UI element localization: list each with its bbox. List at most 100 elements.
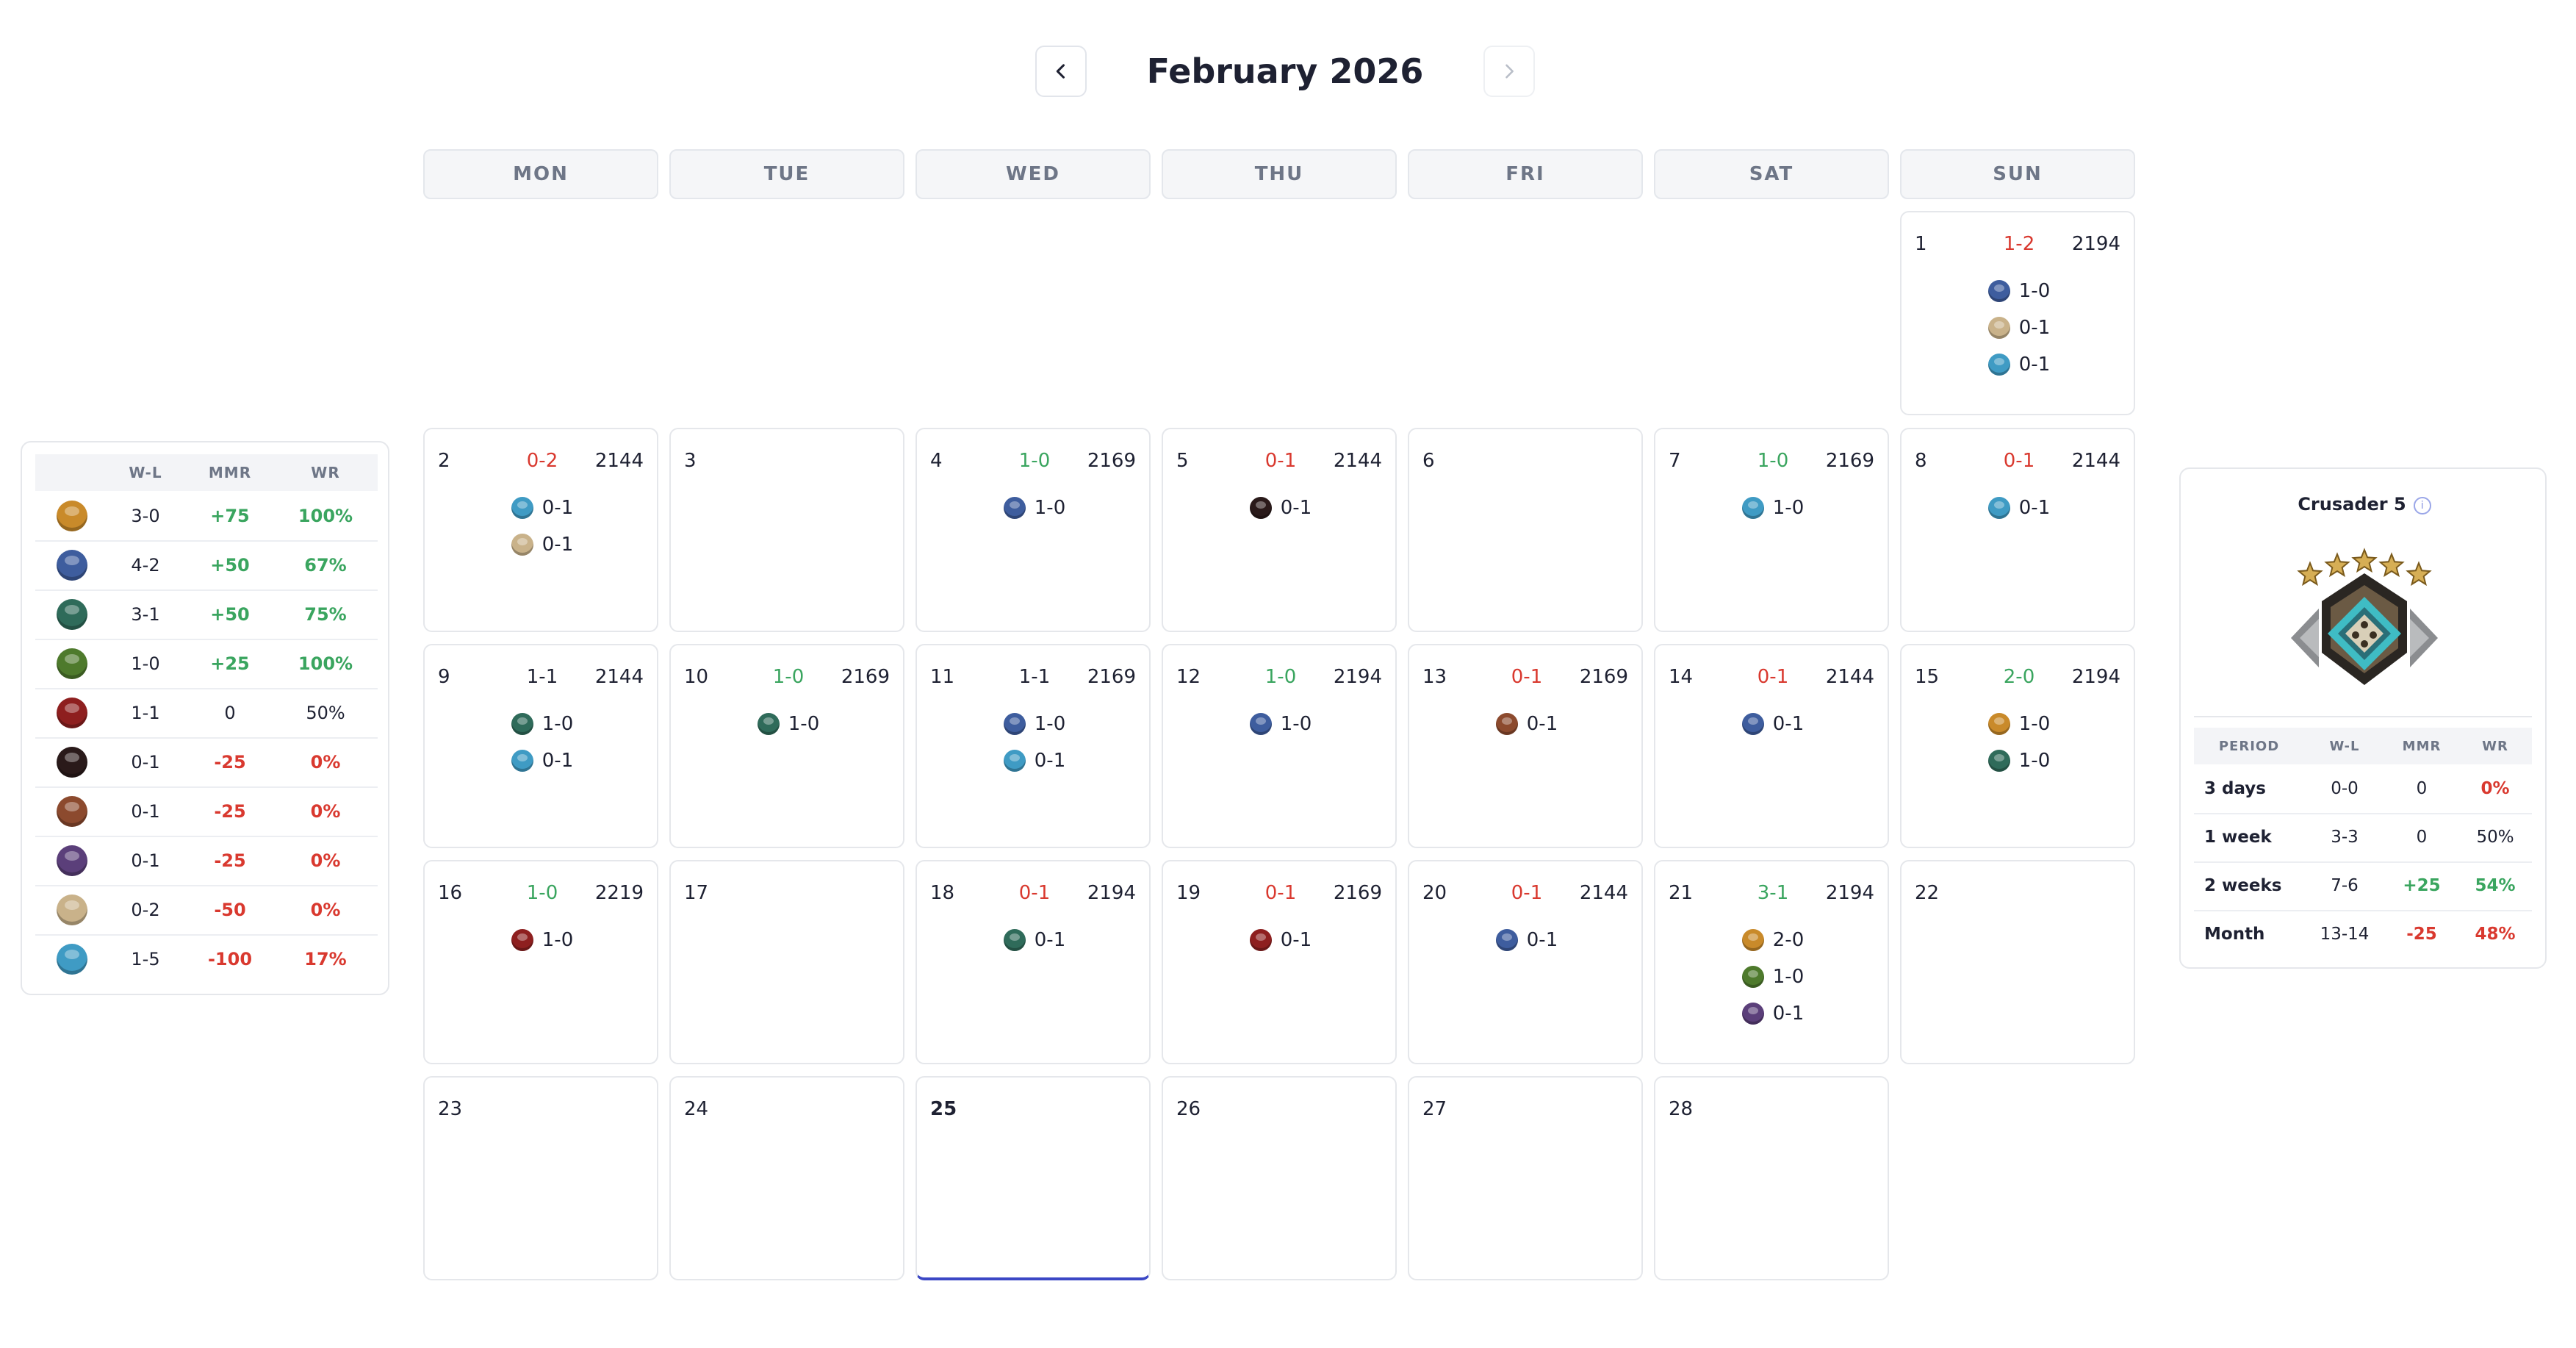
day-hero-record: 1-0 [542,929,574,951]
day-hero-row: 1-0 [1741,958,1805,995]
day-cell-23[interactable]: 23 [423,1076,658,1280]
day-hero-row: 0-1 [1003,922,1066,958]
day-hero-row: 0-1 [1249,922,1312,958]
period-wl: 3-3 [2331,828,2359,847]
day-cell-19[interactable]: 19 0-1 2169 0-1 [1162,860,1397,1064]
hero-stats-row[interactable]: 3-1 +50 75% [35,589,378,640]
day-cell-16[interactable]: 16 1-0 2219 1-0 [423,860,658,1064]
day-cell-26[interactable]: 26 [1162,1076,1397,1280]
hero-shadow-demon-icon [57,746,87,778]
hero-stats-row[interactable]: 4-2 +50 67% [35,540,378,591]
hero-stats-row[interactable]: 3-0 +75 100% [35,491,378,542]
hero-blue-mage-icon [1249,713,1272,735]
period-wl: 13-14 [2320,925,2370,944]
hero-stats-header-mmr: MMR [208,464,252,481]
day-cell-12[interactable]: 12 1-0 2194 1-0 [1162,644,1397,848]
day-cell-13[interactable]: 13 0-1 2169 0-1 [1408,644,1643,848]
day-mmr: 2144 [594,666,644,688]
day-hero-record: 0-1 [1034,750,1066,772]
hero-mmr: +50 [210,554,250,576]
period-header-mmr: MMR [2402,738,2442,754]
hero-mmr: +25 [210,653,250,674]
day-cell-18[interactable]: 18 0-1 2194 0-1 [915,860,1151,1064]
day-hero-list: 0-1 [1902,490,2137,526]
weekday-sat: SAT [1654,149,1889,199]
hero-stats-row[interactable]: 0-2 -50 0% [35,885,378,936]
day-hero-record: 0-1 [1526,713,1558,735]
day-cell-3[interactable]: 3 [669,428,904,632]
day-cell-11[interactable]: 11 1-1 2169 1-0 0-1 [915,644,1151,848]
day-hero-record: 0-1 [1526,929,1558,951]
day-cell-24[interactable]: 24 [669,1076,904,1280]
day-cell-21[interactable]: 21 3-1 2194 2-0 1-0 0-1 [1654,860,1889,1064]
hero-ice-spirit-icon [1003,750,1026,772]
period-wl: 7-6 [2331,876,2359,895]
day-cell-25[interactable]: 25 [915,1076,1151,1280]
hero-stats-row[interactable]: 1-0 +25 100% [35,639,378,689]
hero-blue-mage-icon [1003,713,1026,735]
rank-name: Crusader 5 [2298,494,2406,515]
day-cell-28[interactable]: 28 [1654,1076,1889,1280]
hero-stats-row[interactable]: 1-1 0 50% [35,688,378,739]
day-hero-list: 0-1 [1163,490,1398,526]
day-mmr: 2219 [594,882,644,904]
hero-stats-header-wr: WR [311,464,340,481]
day-hero-record: 1-0 [1034,497,1066,519]
hero-wr: 100% [298,653,353,674]
period-wl: 0-0 [2331,779,2359,798]
day-cell-22[interactable]: 22 [1900,860,2135,1064]
day-hero-record: 0-1 [1034,929,1066,951]
day-mmr: 2144 [1333,450,1382,472]
day-cell-15[interactable]: 15 2-0 2194 1-0 1-0 [1900,644,2135,848]
hero-stats-row[interactable]: 0-1 -25 0% [35,786,378,837]
day-hero-record: 2-0 [1772,929,1805,951]
hero-stats-header: W-L MMR WR [35,454,378,491]
hero-cell [35,598,109,630]
hero-stats-row[interactable]: 0-1 -25 0% [35,737,378,788]
day-hero-row: 1-0 [1741,490,1804,526]
day-mmr: 2194 [1087,882,1136,904]
hero-red-beast-icon [1249,929,1272,951]
hero-mmr: +50 [210,603,250,625]
day-cell-4[interactable]: 4 1-0 2169 1-0 [915,428,1151,632]
day-hero-row: 1-0 [511,706,573,742]
hero-wr: 100% [298,505,353,526]
hero-wr: 75% [304,603,347,625]
rank-star-icon [2324,552,2350,578]
day-hero-record: 0-1 [1280,497,1312,519]
period-stats-header: PERIOD W-L MMR WR [2194,728,2532,764]
day-cell-8[interactable]: 8 0-1 2144 0-1 [1900,428,2135,632]
day-hero-list: 1-0 [1163,706,1398,742]
day-mmr: 2169 [1333,882,1382,904]
day-hero-row: 0-1 [1741,995,1805,1032]
hero-cell [35,746,109,778]
day-cell-14[interactable]: 14 0-1 2144 0-1 [1654,644,1889,848]
day-cell-6[interactable]: 6 [1408,428,1643,632]
hero-mmr: -25 [214,751,246,772]
day-cell-7[interactable]: 7 1-0 2169 1-0 [1654,428,1889,632]
day-cell-17[interactable]: 17 [669,860,904,1064]
day-mmr: 2169 [1087,450,1136,472]
hero-cell [35,500,109,531]
day-cell-5[interactable]: 5 0-1 2144 0-1 [1162,428,1397,632]
day-hero-row: 0-1 [1987,309,2050,346]
day-cell-1[interactable]: 1 1-2 2194 1-0 0-1 0-1 [1900,211,2135,415]
hero-stats-row[interactable]: 1-5 -100 17% [35,934,378,983]
info-icon[interactable]: i [2413,497,2431,515]
day-hero-record: 0-1 [1772,1003,1805,1025]
prev-month-button[interactable] [1035,46,1087,97]
day-cell-9[interactable]: 9 1-1 2144 1-0 0-1 [423,644,658,848]
day-cell-10[interactable]: 10 1-0 2169 1-0 [669,644,904,848]
hero-red-beast-icon [511,929,533,951]
period-row: Month 13-14 -25 48% [2194,910,2532,958]
day-cell-20[interactable]: 20 0-1 2144 0-1 [1408,860,1643,1064]
day-mmr: 2169 [1825,450,1874,472]
day-cell-27[interactable]: 27 [1408,1076,1643,1280]
day-hero-record: 1-0 [1772,966,1805,988]
day-cell-2[interactable]: 2 0-2 2144 0-1 0-1 [423,428,658,632]
next-month-button[interactable] [1483,46,1535,97]
hero-stats-row[interactable]: 0-1 -25 0% [35,836,378,886]
day-mmr: 2194 [2071,666,2120,688]
period-mmr: 0 [2416,828,2428,847]
hero-purple-beast-icon [57,845,87,876]
